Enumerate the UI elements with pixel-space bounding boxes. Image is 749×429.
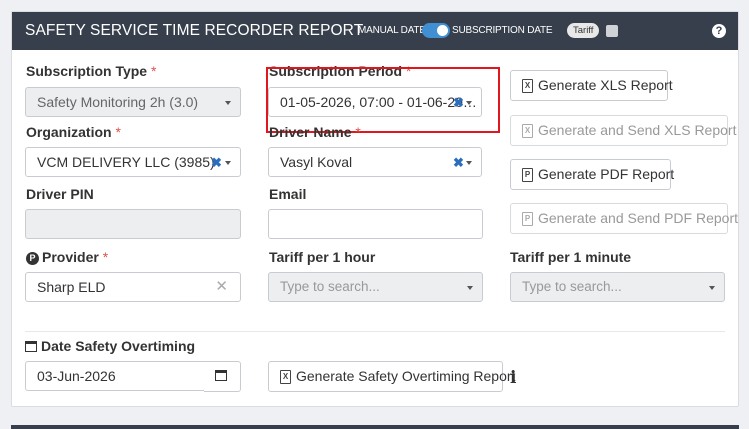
chevron-down-icon bbox=[467, 286, 473, 290]
panel-header: SAFETY SERVICE TIME RECORDER REPORT MANU… bbox=[12, 12, 738, 50]
generate-xls-label: Generate XLS Report bbox=[538, 77, 673, 93]
date-overtiming-label: Date Safety Overtiming bbox=[25, 338, 195, 354]
next-panel-header bbox=[11, 425, 739, 429]
pdf-file-icon: P bbox=[522, 212, 533, 226]
calendar-icon bbox=[25, 341, 37, 352]
manual-date-label: MANUAL DATE bbox=[358, 25, 426, 36]
email-label: Email bbox=[269, 186, 307, 202]
provider-field[interactable]: Sharp ELD ✕ bbox=[25, 272, 241, 302]
generate-overtiming-button[interactable]: X Generate Safety Overtiming Report bbox=[268, 361, 515, 392]
excel-file-icon: X bbox=[522, 79, 533, 93]
generate-overtiming-label: Generate Safety Overtiming Report bbox=[296, 368, 516, 384]
chevron-down-icon bbox=[225, 101, 231, 105]
date-mode-toggle[interactable] bbox=[422, 23, 450, 38]
chevron-down-icon bbox=[709, 286, 715, 290]
subscription-type-value: Safety Monitoring 2h (3.0) bbox=[37, 94, 199, 110]
driver-pin-label: Driver PIN bbox=[26, 186, 94, 202]
excel-file-icon: X bbox=[280, 370, 291, 384]
chevron-down-icon bbox=[225, 161, 231, 165]
generate-xls-button[interactable]: X Generate XLS Report bbox=[510, 70, 673, 101]
tariff-checkbox[interactable] bbox=[606, 25, 618, 37]
clear-icon[interactable]: ✖ bbox=[211, 149, 222, 176]
driver-name-label: Driver Name * bbox=[269, 124, 361, 140]
subscription-type-select[interactable]: Safety Monitoring 2h (3.0) bbox=[25, 87, 241, 117]
toggle-knob bbox=[437, 25, 448, 36]
generate-pdf-button[interactable]: P Generate PDF Report bbox=[510, 159, 675, 190]
tariff-hour-select[interactable]: Type to search... bbox=[268, 272, 483, 302]
email-field[interactable] bbox=[268, 209, 483, 239]
tariff-minute-placeholder: Type to search... bbox=[522, 279, 622, 294]
clear-icon[interactable]: ✕ bbox=[215, 273, 228, 301]
organization-value: VCM DELIVERY LLC (3985) bbox=[37, 154, 215, 170]
tariff-hour-label: Tariff per 1 hour bbox=[269, 249, 376, 265]
driver-name-value: Vasyl Koval bbox=[280, 154, 353, 170]
generate-send-xls-label: Generate and Send XLS Report bbox=[538, 122, 737, 138]
clear-icon[interactable]: ✖ bbox=[453, 149, 464, 176]
tariff-minute-select[interactable]: Type to search... bbox=[510, 272, 725, 302]
subscription-type-label: Subscription Type * bbox=[26, 63, 157, 79]
generate-send-pdf-label: Generate and Send PDF Report bbox=[538, 210, 739, 226]
generate-pdf-label: Generate PDF Report bbox=[538, 166, 675, 182]
organization-select[interactable]: VCM DELIVERY LLC (3985) ✖ bbox=[25, 147, 241, 177]
excel-file-icon: X bbox=[522, 124, 533, 138]
organization-label: Organization * bbox=[26, 124, 121, 140]
provider-p-icon: P bbox=[26, 252, 39, 265]
tariff-hour-placeholder: Type to search... bbox=[280, 279, 380, 294]
subscription-date-label: SUBSCRIPTION DATE bbox=[452, 25, 553, 36]
generate-send-xls-button[interactable]: X Generate and Send XLS Report bbox=[510, 115, 736, 146]
tariff-minute-label: Tariff per 1 minute bbox=[510, 249, 632, 265]
provider-value: Sharp ELD bbox=[37, 279, 106, 295]
driver-pin-field bbox=[25, 209, 241, 239]
pdf-file-icon: P bbox=[522, 168, 533, 182]
provider-label: P Provider * bbox=[26, 249, 108, 265]
calendar-icon bbox=[215, 370, 227, 381]
page-title: SAFETY SERVICE TIME RECORDER REPORT bbox=[25, 22, 364, 39]
tariff-badge: Tariff bbox=[567, 23, 600, 38]
chevron-down-icon bbox=[466, 161, 472, 165]
info-icon[interactable]: i bbox=[510, 368, 516, 388]
divider bbox=[25, 331, 725, 332]
calendar-button[interactable] bbox=[204, 361, 241, 392]
generate-send-pdf-button[interactable]: P Generate and Send PDF Report bbox=[510, 203, 738, 234]
question-circle-icon[interactable]: ? bbox=[712, 24, 726, 38]
date-overtiming-field[interactable]: 03-Jun-2026 bbox=[25, 361, 205, 391]
date-overtiming-value: 03-Jun-2026 bbox=[37, 368, 116, 384]
driver-name-select[interactable]: Vasyl Koval ✖ bbox=[268, 147, 482, 177]
